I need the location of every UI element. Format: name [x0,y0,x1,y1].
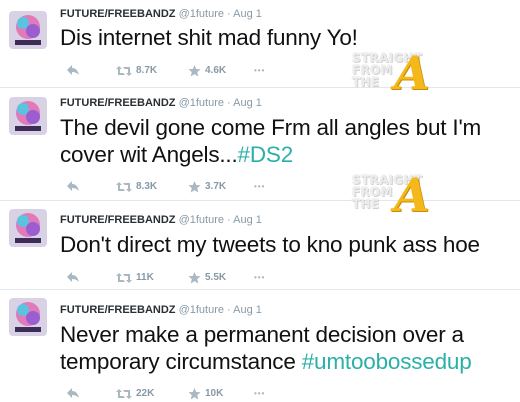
avatar[interactable] [9,97,47,135]
reply-icon [67,181,79,191]
favorite-count: 5.5K [205,272,227,283]
avatar[interactable] [9,298,47,336]
author-handle[interactable]: @1future [179,304,224,316]
more-button[interactable]: ••• [254,180,265,194]
avatar[interactable] [9,11,47,49]
retweet-button[interactable]: 8.3K [116,180,157,194]
author-name[interactable]: FUTURE/FREEBANDZ [60,304,176,316]
retweet-button[interactable]: 11K [116,271,154,285]
tweet-4: FUTURE/FREEBANDZ @1future · Aug 1 Never … [0,290,520,402]
separator: · [227,8,231,20]
tweet-text-body: Don't direct my tweets to kno punk ass h… [60,232,480,257]
author-name[interactable]: FUTURE/FREEBANDZ [60,8,176,20]
hashtag-link[interactable]: #DS2 [238,142,294,167]
separator: · [227,214,231,226]
reply-button[interactable] [66,180,84,192]
tweet-date[interactable]: Aug 1 [233,97,262,109]
author-handle[interactable]: @1future [179,214,224,226]
tweet-date[interactable]: Aug 1 [233,304,262,316]
reply-button[interactable] [66,64,84,76]
separator: · [227,304,231,316]
tweet-text: Don't direct my tweets to kno punk ass h… [60,231,515,258]
reply-button[interactable] [66,387,84,399]
more-icon: ••• [254,66,266,75]
tweet-date[interactable]: Aug 1 [233,8,262,20]
favorite-button[interactable]: 10K [188,387,223,401]
tweet-header: FUTURE/FREEBANDZ @1future · Aug 1 [60,7,262,21]
star-icon [188,388,201,400]
more-icon: ••• [254,182,266,191]
reply-icon [67,65,79,75]
tweet-text: The devil gone come Frm all angles but I… [60,114,515,168]
tweet-header: FUTURE/FREEBANDZ @1future · Aug 1 [60,96,262,110]
reply-icon [67,388,79,398]
retweet-icon [116,389,132,399]
more-button[interactable]: ••• [254,271,265,285]
tweet-actions: 8.7K 4.6K ••• [66,64,366,78]
tweet-header: FUTURE/FREEBANDZ @1future · Aug 1 [60,303,262,317]
tweet-header: FUTURE/FREEBANDZ @1future · Aug 1 [60,213,262,227]
tweet-text: Dis internet shit mad funny Yo! [60,24,515,51]
author-name[interactable]: FUTURE/FREEBANDZ [60,97,176,109]
retweet-button[interactable]: 22K [116,387,154,401]
tweet-actions: 8.3K 3.7K ••• [66,180,366,194]
reply-icon [67,272,79,282]
tweet-1: FUTURE/FREEBANDZ @1future · Aug 1 Dis in… [0,0,520,96]
more-button[interactable]: ••• [254,387,265,401]
favorite-button[interactable]: 5.5K [188,271,226,285]
retweet-count: 8.3K [136,181,158,192]
star-icon [188,181,201,193]
favorite-count: 10K [205,388,224,399]
tweet-2: FUTURE/FREEBANDZ @1future · Aug 1 The de… [0,88,520,218]
tweet-date[interactable]: Aug 1 [233,214,262,226]
retweet-icon [116,66,132,76]
more-icon: ••• [254,389,266,398]
tweet-3: FUTURE/FREEBANDZ @1future · Aug 1 Don't … [0,201,520,290]
favorite-button[interactable]: 3.7K [188,180,226,194]
retweet-icon [116,273,132,283]
separator: · [227,97,231,109]
tweet-actions: 11K 5.5K ••• [66,271,366,285]
favorite-count: 3.7K [205,181,227,192]
author-handle[interactable]: @1future [179,8,224,20]
hashtag-link[interactable]: #umtoobossedup [302,349,472,374]
star-icon [188,272,201,284]
author-name[interactable]: FUTURE/FREEBANDZ [60,214,176,226]
tweet-text-body: Dis internet shit mad funny Yo! [60,25,358,50]
favorite-button[interactable]: 4.6K [188,64,226,78]
favorite-count: 4.6K [205,65,227,76]
tweet-text: Never make a permanent decision over a t… [60,321,515,375]
author-handle[interactable]: @1future [179,97,224,109]
retweet-button[interactable]: 8.7K [116,64,157,78]
retweet-count: 22K [136,388,155,399]
more-icon: ••• [254,273,266,282]
retweet-count: 8.7K [136,65,158,76]
avatar[interactable] [9,209,47,247]
watermark-line1: STRAIGHT [352,51,423,65]
retweet-icon [116,182,132,192]
retweet-count: 11K [136,272,154,283]
reply-button[interactable] [66,271,84,283]
more-button[interactable]: ••• [254,64,265,78]
tweet-actions: 22K 10K ••• [66,387,366,401]
star-icon [188,65,201,77]
